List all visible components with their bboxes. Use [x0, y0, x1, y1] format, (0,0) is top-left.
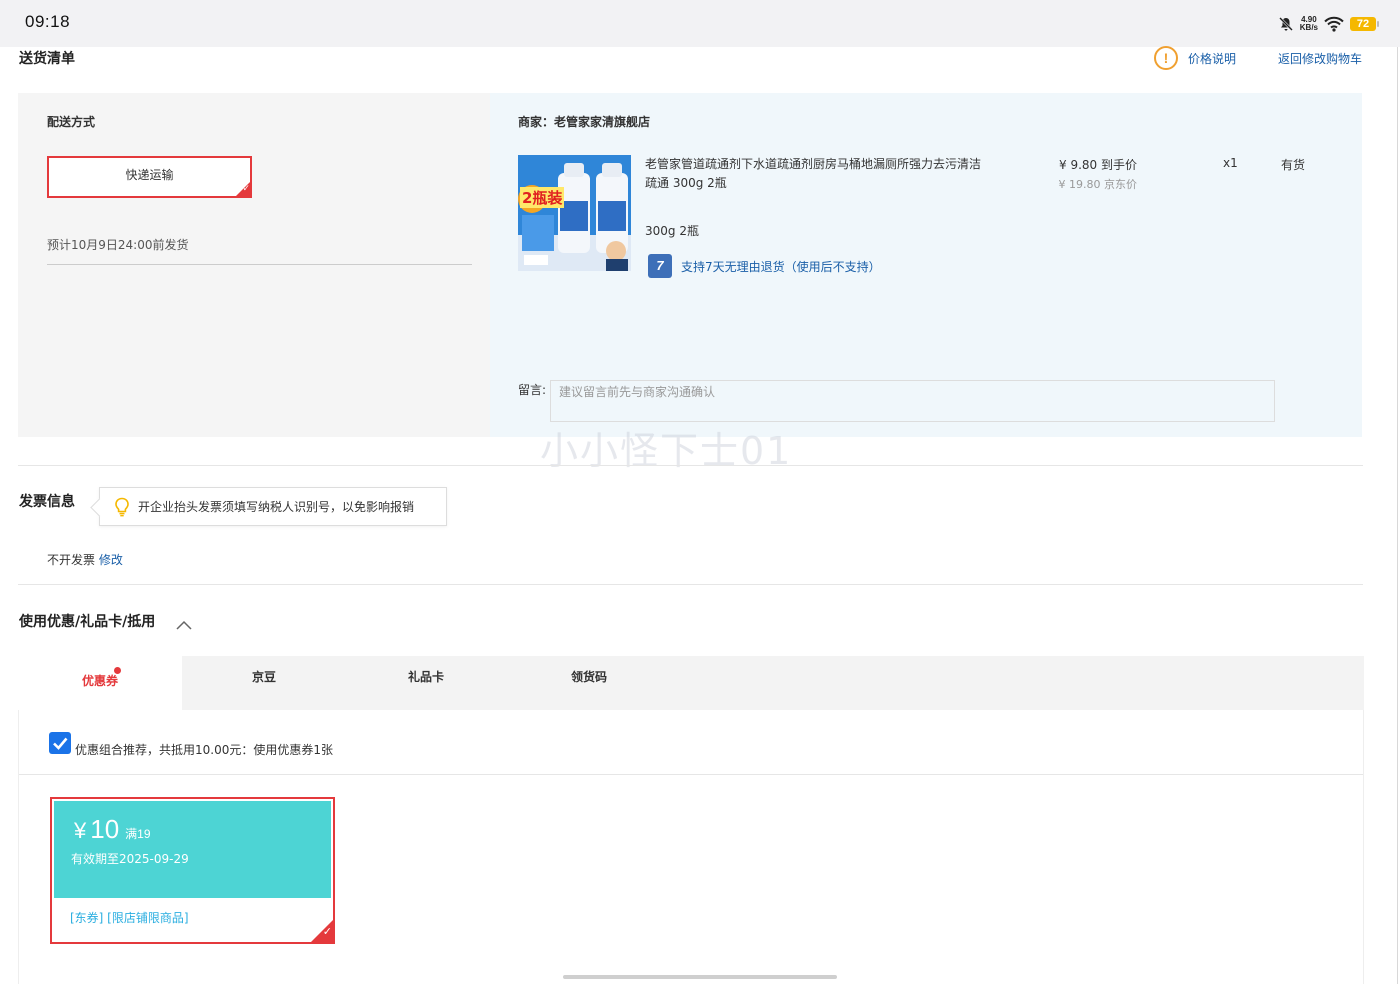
tab-coupons[interactable]: 优惠券: [18, 656, 182, 710]
invoice-edit-link[interactable]: 修改: [99, 553, 123, 567]
scrollbar[interactable]: [1397, 47, 1398, 984]
exclamation-icon[interactable]: !: [1153, 46, 1178, 70]
discounts-section-title: 使用优惠/礼品卡/抵用: [19, 614, 156, 630]
selected-check-icon: ✓: [234, 180, 252, 198]
shipping-panel: 配送方式 快递运输 ✓ 预计10月9日24:00前发货: [18, 93, 490, 437]
shipping-option-label: 快递运输: [125, 168, 174, 182]
invoice-tip-text: 开企业抬头发票须填写纳税人识别号，以免影响报销: [138, 500, 415, 514]
status-bar: 09:18 4.90 KB/s 72: [0, 0, 1400, 47]
checkmark-icon: [53, 737, 68, 750]
tab-label: 京豆: [251, 670, 276, 684]
invoice-section-title: 发票信息: [19, 494, 75, 510]
price-note-link[interactable]: 价格说明: [1188, 50, 1236, 67]
divider: [18, 465, 1363, 466]
status-time: 09:18: [25, 12, 71, 31]
tab-label: 礼品卡: [407, 670, 444, 684]
invoice-type: 不开发票: [47, 553, 96, 567]
tab-label: 领货码: [570, 670, 607, 684]
product-spec: 300g 2瓶: [645, 224, 699, 238]
coupon-header: ¥10 满19 有效期至2025-09-29: [54, 801, 331, 898]
product-title[interactable]: 老管家管道疏通剂下水道疏通剂厨房马桶地漏厕所强力去污清洁疏通 300g 2瓶: [645, 155, 985, 193]
coupon-currency: ¥: [74, 818, 87, 843]
message-label: 留言:: [518, 383, 547, 397]
product-thumbnail[interactable]: 2瓶装: [518, 155, 631, 271]
coupon-card[interactable]: ¥10 满19 有效期至2025-09-29 [东券] [限店铺限商品] ✓: [50, 797, 335, 944]
shipping-option-express[interactable]: 快递运输 ✓: [47, 156, 252, 198]
back-to-cart-link[interactable]: 返回修改购物车: [1278, 50, 1362, 67]
thumbnail-label: 2瓶装: [520, 187, 565, 208]
message-input[interactable]: [550, 380, 1275, 422]
discount-tabs: 优惠券 京豆 礼品卡 领货码: [18, 656, 1364, 710]
product-stock-status: 有货: [1281, 158, 1306, 172]
coupon-expiry: 有效期至2025-09-29: [71, 852, 189, 866]
home-indicator[interactable]: [563, 975, 837, 979]
coupon-amount: ¥10 满19: [74, 814, 151, 845]
coupon-value: 10: [90, 814, 120, 844]
coupon-panel: 优惠组合推荐，共抵用10.00元：使用优惠券1张 ¥10 满19 有效期至2025…: [18, 710, 1364, 984]
divider: [47, 264, 472, 265]
lightbulb-icon: [115, 497, 129, 516]
product-quantity: x1: [1223, 156, 1238, 170]
invoice-tip: 开企业抬头发票须填写纳税人识别号，以免影响报销: [99, 487, 447, 526]
invoice-value: 不开发票 修改: [47, 551, 123, 568]
net-speed: 4.90 KB/s: [1299, 15, 1318, 32]
notification-dot: [114, 667, 121, 674]
tab-gift-card[interactable]: 礼品卡: [344, 656, 508, 710]
chevron-up-icon[interactable]: [176, 619, 192, 631]
tab-redeem-code[interactable]: 领货码: [507, 656, 671, 710]
delivery-header-links: ! 价格说明 返回修改购物车: [1153, 46, 1362, 70]
coupon-tags: [东券] [限店铺限商品]: [70, 911, 189, 925]
tab-jingdou[interactable]: 京豆: [182, 656, 346, 710]
delivery-section-title: 送货清单: [19, 51, 75, 67]
seven-day-return-icon: 7: [648, 254, 672, 278]
watermark: 小小怪下士01: [540, 429, 793, 473]
coupon-condition: 满19: [125, 827, 151, 841]
mute-bell-icon: [1278, 17, 1293, 31]
divider: [18, 584, 1363, 585]
tab-label: 优惠券: [81, 674, 118, 688]
shipping-estimate: 预计10月9日24:00前发货: [47, 238, 189, 252]
product-price: ¥ 9.80 到手价: [1059, 158, 1137, 172]
merchant-name: 商家：老管家家清旗舰店: [518, 115, 651, 129]
combo-recommendation-text: 优惠组合推荐，共抵用10.00元：使用优惠券1张: [75, 743, 333, 757]
return-policy-text: 支持7天无理由退货（使用后不支持）: [681, 259, 881, 274]
return-policy: 7 支持7天无理由退货（使用后不支持）: [648, 254, 881, 278]
shipping-method-label: 配送方式: [47, 115, 96, 129]
product-original-price: ¥ 19.80 京东价: [1058, 178, 1137, 191]
battery-indicator: 72: [1350, 17, 1379, 31]
selected-check-icon: ✓: [309, 918, 335, 944]
merchant-panel: 商家：老管家家清旗舰店 2瓶装 老管家管道疏通剂下水道疏通剂厨房马桶地漏厕所强力…: [490, 93, 1362, 437]
divider: [19, 774, 1363, 775]
product-image: [518, 155, 631, 271]
wifi-icon: [1324, 16, 1344, 32]
status-icons: 4.90 KB/s 72: [1278, 13, 1379, 35]
combo-checkbox[interactable]: [49, 732, 71, 754]
